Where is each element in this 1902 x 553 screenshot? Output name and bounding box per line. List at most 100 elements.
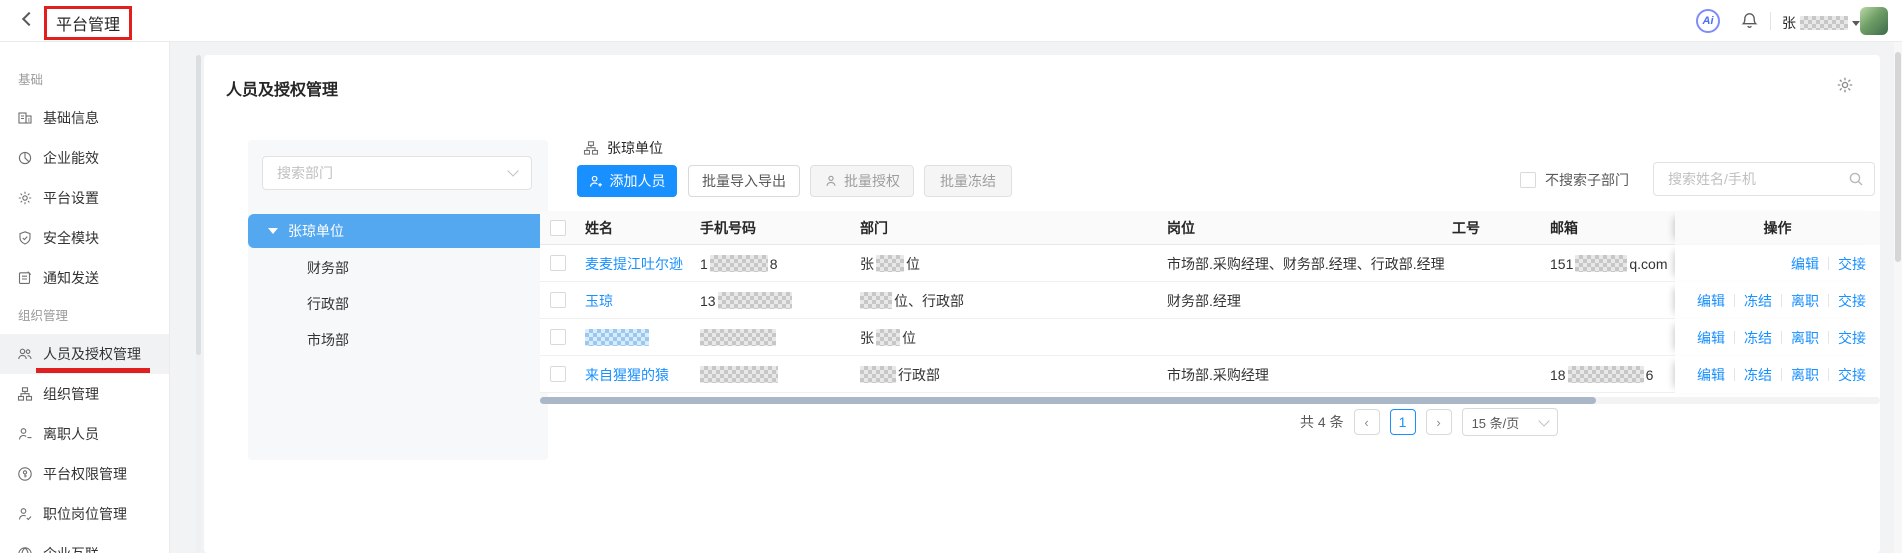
batch-import-export-label: 批量导入导出	[702, 171, 786, 191]
cell-phone	[700, 356, 800, 393]
cell-dept: 位、行政部	[860, 282, 1150, 319]
page-header-title: 平台管理	[56, 17, 120, 34]
cell-position: 财务部.经理	[1167, 282, 1452, 319]
action-link[interactable]: 编辑	[1697, 291, 1725, 311]
batch-authorize-button[interactable]: 批量授权	[810, 165, 914, 197]
org-unit-icon	[583, 140, 599, 156]
pagination-page-1[interactable]: 1	[1390, 409, 1416, 435]
column-header: 邮箱	[1550, 211, 1578, 245]
action-link[interactable]: 交接	[1838, 291, 1866, 311]
action-link[interactable]: 编辑	[1697, 328, 1725, 348]
batch-import-export-button[interactable]: 批量导入导出	[688, 165, 800, 197]
action-link[interactable]: 冻结	[1744, 291, 1772, 311]
cell-job_no	[1452, 356, 1542, 393]
sidebar-item-label: 安全模块	[43, 228, 99, 248]
row-checkbox[interactable]	[550, 366, 566, 382]
person-name-link[interactable]: 玉琼	[585, 291, 613, 311]
cell-email	[1550, 282, 1678, 319]
sidebar-item-link[interactable]: 企业互联	[0, 534, 169, 553]
person-name-link[interactable]: 来自猩猩的猿	[585, 365, 669, 385]
user-menu[interactable]: 张	[1782, 13, 1860, 33]
column-header: 岗位	[1167, 211, 1195, 245]
department-search-select[interactable]	[262, 156, 532, 190]
sidebar-item-person-leave[interactable]: 离职人员	[0, 414, 169, 454]
tree-node-child[interactable]: 财务部	[307, 256, 467, 280]
table-row: 玉琼 13 位、行政部财务部.经理 编辑冻结离职交接	[540, 282, 1880, 319]
avatar[interactable]	[1860, 7, 1888, 35]
action-separator	[1734, 368, 1735, 381]
ai-assistant-icon[interactable]: Ai	[1696, 9, 1720, 33]
action-link[interactable]: 离职	[1791, 291, 1819, 311]
sidebar-item-label: 组织管理	[43, 384, 99, 404]
table-row: 张位编辑冻结离职交接	[540, 319, 1880, 356]
row-actions: 编辑冻结离职交接	[1675, 356, 1880, 393]
tree-expand-caret-icon[interactable]	[268, 228, 278, 234]
row-checkbox[interactable]	[550, 255, 566, 271]
position-icon	[17, 506, 33, 522]
topbar-divider	[1770, 12, 1771, 30]
select-all-checkbox[interactable]	[550, 220, 566, 236]
person-name-link[interactable]: 麦麦提江吐尔逊	[585, 254, 683, 274]
add-person-button[interactable]: 添加人员	[577, 165, 677, 197]
person-leave-icon	[17, 426, 33, 442]
page-size-select[interactable]: 15 条/页	[1462, 408, 1558, 436]
action-link[interactable]: 交接	[1838, 328, 1866, 348]
sidebar-item-permission[interactable]: 平台权限管理	[0, 454, 169, 494]
row-checkbox[interactable]	[550, 292, 566, 308]
department-search-input[interactable]	[275, 157, 495, 189]
sidebar-item-label: 基础信息	[43, 108, 99, 128]
sidebar-item-pie[interactable]: 企业能效	[0, 138, 169, 178]
cell-text: 18	[1550, 367, 1566, 383]
no-subdept-checkbox[interactable]	[1520, 172, 1536, 188]
cell-email	[1550, 319, 1678, 356]
column-header-actions: 操作	[1675, 211, 1880, 245]
pagination-prev-button[interactable]: ‹	[1354, 409, 1380, 435]
cell-phone	[700, 319, 800, 356]
cell-dept: 行政部	[860, 356, 1150, 393]
back-icon[interactable]	[22, 12, 36, 26]
sidebar-item-people[interactable]: 人员及授权管理	[0, 334, 169, 374]
table-header: 姓名手机号码部门岗位工号邮箱操作	[540, 211, 1880, 245]
name-phone-search[interactable]	[1653, 162, 1875, 196]
tree-node-root[interactable]: 张琼单位	[248, 214, 548, 248]
name-phone-search-input[interactable]	[1666, 163, 1841, 195]
action-link[interactable]: 交接	[1838, 365, 1866, 385]
search-icon	[1848, 171, 1864, 187]
cell-phone: 13	[700, 282, 800, 319]
tree-node-child[interactable]: 行政部	[307, 292, 467, 316]
content-scrollbar-thumb[interactable]	[196, 55, 201, 355]
action-separator	[1734, 331, 1735, 344]
action-link[interactable]: 离职	[1791, 365, 1819, 385]
current-unit-row: 张琼单位	[583, 138, 663, 158]
row-checkbox[interactable]	[550, 329, 566, 345]
sidebar-item-notice[interactable]: 通知发送	[0, 258, 169, 298]
action-link[interactable]: 编辑	[1697, 365, 1725, 385]
batch-freeze-button[interactable]: 批量冻结	[924, 165, 1012, 197]
window-scrollbar-thumb[interactable]	[1895, 52, 1901, 262]
sidebar-item-gear[interactable]: 平台设置	[0, 178, 169, 218]
sidebar-item-building[interactable]: 基础信息	[0, 98, 169, 138]
action-link[interactable]: 交接	[1838, 254, 1866, 274]
table-settings-gear-icon[interactable]	[1836, 76, 1854, 94]
cell-text: q.com	[1629, 256, 1667, 272]
action-link[interactable]: 冻结	[1744, 365, 1772, 385]
action-link[interactable]: 编辑	[1791, 254, 1819, 274]
tree-node-child[interactable]: 市场部	[307, 328, 467, 352]
cell-text: 6	[1646, 367, 1654, 383]
people-icon	[17, 346, 33, 362]
cell-text: 1	[700, 256, 708, 272]
sidebar-item-shield[interactable]: 安全模块	[0, 218, 169, 258]
cell-position	[1167, 319, 1452, 356]
redacted-text	[1575, 255, 1627, 272]
sidebar-item-org[interactable]: 组织管理	[0, 374, 169, 414]
pagination-next-button[interactable]: ›	[1426, 409, 1452, 435]
action-link[interactable]: 冻结	[1744, 328, 1772, 348]
page-title: 人员及授权管理	[226, 76, 338, 100]
horizontal-scrollbar-thumb[interactable]	[540, 397, 1596, 404]
pagination: 共 4 条 ‹ 1 › 15 条/页	[1300, 408, 1558, 436]
action-link[interactable]: 离职	[1791, 328, 1819, 348]
action-separator	[1781, 368, 1782, 381]
notification-bell-icon[interactable]	[1740, 11, 1759, 31]
current-unit-label: 张琼单位	[607, 138, 663, 158]
sidebar-item-position[interactable]: 职位岗位管理	[0, 494, 169, 534]
